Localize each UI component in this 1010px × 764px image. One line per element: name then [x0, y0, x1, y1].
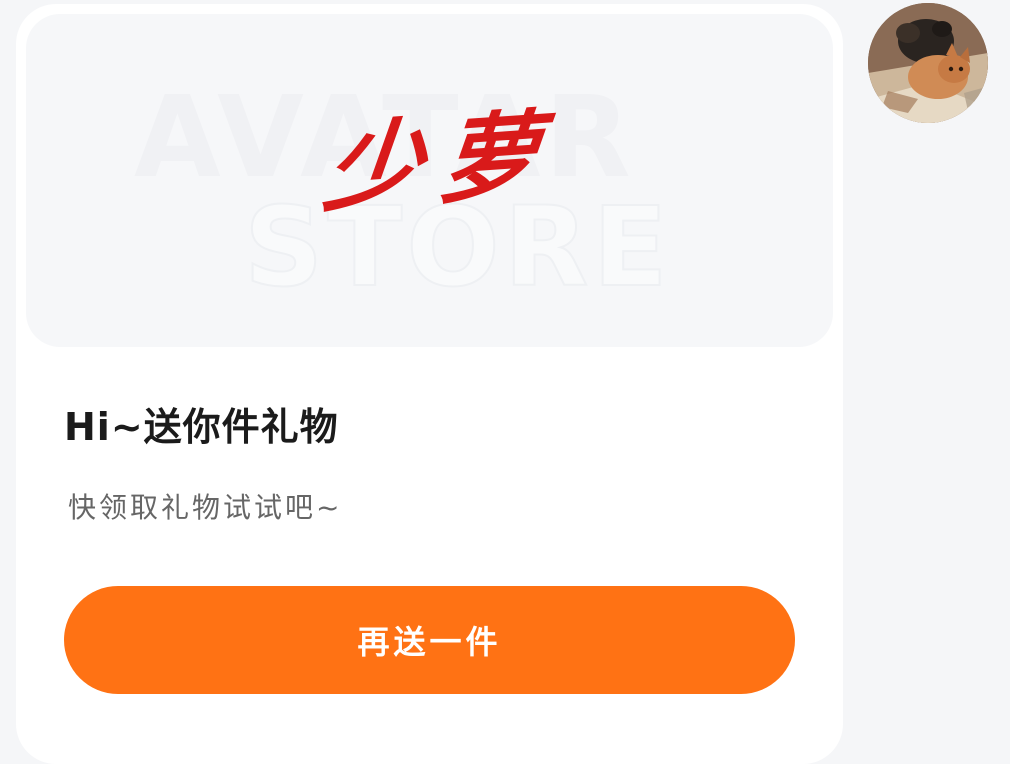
gift-headline: Hi~送你件礼物 [64, 405, 339, 449]
gift-subline: 快领取礼物试试吧~ [68, 491, 343, 524]
avatar[interactable] [868, 3, 988, 123]
gift-card: AVATAR STORE 少萝 Hi~送你件礼物 快领取礼物试试吧~ 再送一件 [16, 4, 843, 764]
banner-calligraphy-text: 少萝 [318, 97, 562, 226]
gift-banner[interactable]: AVATAR STORE 少萝 [26, 14, 833, 347]
cat-photo-avatar-icon [868, 3, 988, 123]
send-again-button[interactable]: 再送一件 [64, 586, 795, 694]
